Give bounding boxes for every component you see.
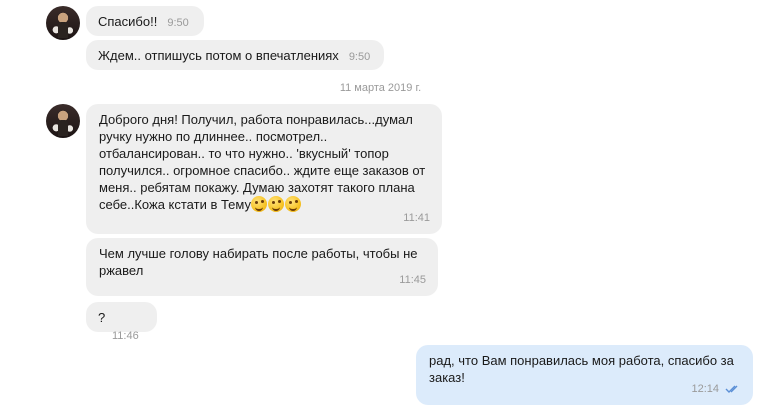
message-time: 11:41 <box>403 212 430 224</box>
double-check-icon <box>725 384 741 394</box>
date-separator: 11 марта 2019 г. <box>339 82 422 94</box>
message-text: ? <box>98 310 106 325</box>
contact-avatar[interactable] <box>46 6 80 40</box>
message-time: 12:14 <box>691 383 719 395</box>
message-text: Спасибо!! <box>98 14 158 29</box>
winking-face-tongue-icon <box>268 196 284 212</box>
incoming-message[interactable]: Чем лучше голову набирать после работы, … <box>86 238 438 296</box>
message-time: 11:46 <box>112 330 139 342</box>
chat-history: Спасибо!! 9:50 Ждем.. отпишусь потом о вп… <box>0 0 761 411</box>
incoming-message[interactable]: Спасибо!! 9:50 <box>86 6 204 36</box>
contact-avatar[interactable] <box>46 104 80 138</box>
message-time: 9:50 <box>348 51 371 63</box>
outgoing-message[interactable]: рад, что Вам понравилась моя работа, спа… <box>416 345 753 405</box>
message-time: 11:45 <box>399 274 426 286</box>
incoming-message[interactable]: Доброго дня! Получил, работа понравилась… <box>86 104 442 234</box>
message-text: Ждем.. отпишусь потом о впечатлениях <box>98 48 339 63</box>
incoming-message[interactable]: Ждем.. отпишусь потом о впечатлениях 9:50 <box>86 40 384 70</box>
message-text: Чем лучше голову набирать после работы, … <box>99 246 422 278</box>
incoming-message[interactable]: ? 11:46 <box>86 302 157 342</box>
winking-face-tongue-icon <box>251 196 267 212</box>
winking-face-tongue-icon <box>285 196 301 212</box>
message-time: 9:50 <box>167 17 189 29</box>
message-status: 12:14 <box>691 381 741 398</box>
